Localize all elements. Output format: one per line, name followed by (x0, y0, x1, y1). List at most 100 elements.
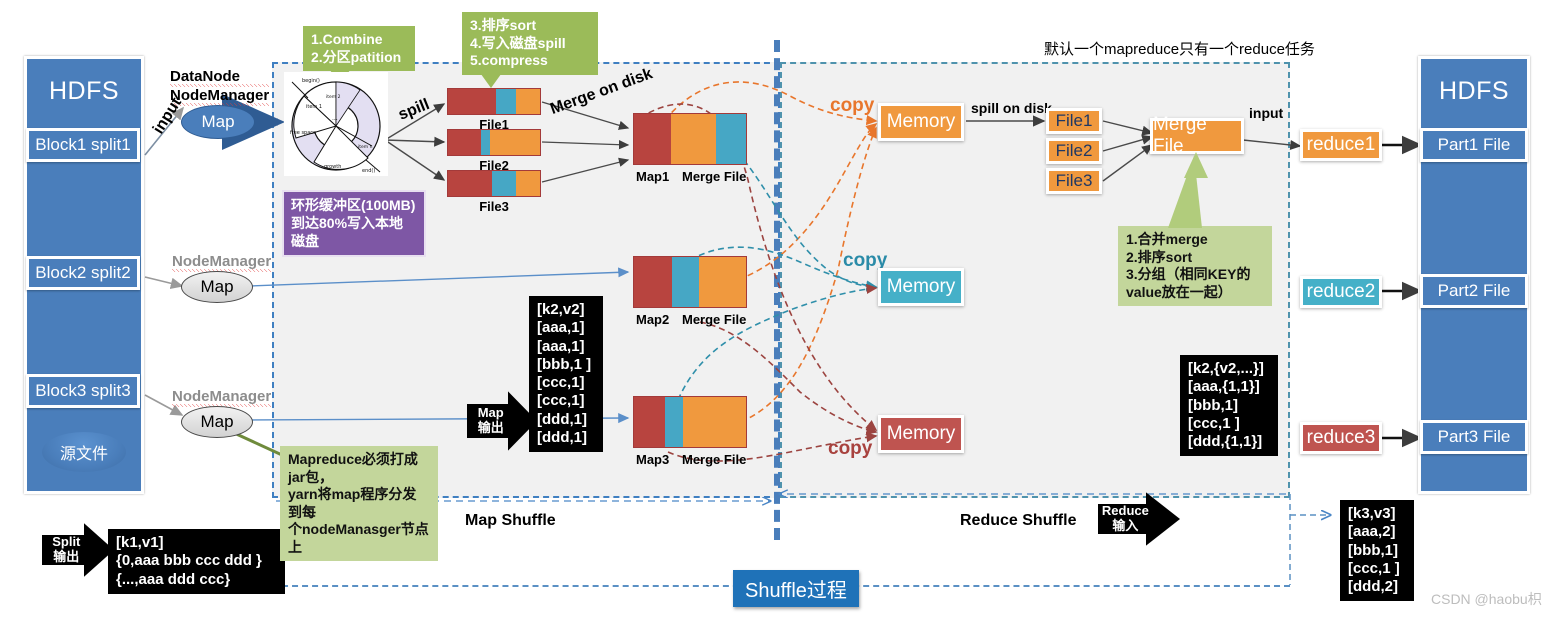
reduce-file-1[interactable]: File1 (1046, 108, 1102, 134)
split-arrow-line-2: 输出 (53, 549, 80, 564)
spill-3-seg-red (448, 171, 493, 196)
split-row-3: {...,aaa ddd ccc} (116, 570, 231, 588)
map-shuffle-label: Map Shuffle (465, 512, 556, 529)
svg-text:end(): end() (362, 168, 375, 174)
reduce-in-row-1: [k2,{v2,...}] (1188, 360, 1264, 377)
merge-2-seg-blue (672, 257, 699, 307)
input-reduce-label: input (1249, 105, 1284, 121)
map-row-6: [ccc,1] (537, 392, 585, 410)
spill-1-seg-blue (495, 89, 517, 114)
reduce-input-box: [k2,{v2,...}] [aaa,{1,1}] [bbb,1] [ccc,1… (1180, 355, 1278, 457)
merge-bar-1 (633, 113, 747, 165)
callout-combine: 1.Combine 2.分区patition (303, 26, 415, 71)
hdfs-part-2[interactable]: Part2 File (1420, 274, 1528, 308)
callout-combine-line-2: 2.分区patition (311, 48, 402, 65)
spill-file-bar-1 (447, 88, 541, 115)
reduce-in-row-2: [aaa,{1,1}] (1188, 378, 1260, 396)
hdfs-block-1[interactable]: Block1 split1 (26, 128, 140, 162)
jar-note-line-3: 个nodeManasger节点上 (288, 521, 429, 555)
callout-sort-tail (478, 70, 504, 88)
svg-text:free space: free space (290, 130, 316, 136)
svg-text:growth: growth (324, 164, 341, 170)
map-row-5: [ccc,1] (537, 374, 585, 392)
merge-1-seg-blue (715, 114, 746, 164)
svg-text:item n: item n (358, 144, 373, 150)
memory-box-2[interactable]: Memory (878, 268, 964, 306)
hdfs-block-3[interactable]: Block3 split3 (26, 374, 140, 408)
datanode-label: DataNode (170, 68, 270, 87)
reduce-out-row-4: [ccc,1 ] (1348, 559, 1400, 577)
merge-note-callout: 1.合并merge 2.排序sort 3.分组（相同KEY的 value放在一起… (1118, 226, 1272, 306)
merge-note-line-4: value放在一起） (1126, 283, 1232, 300)
split-row-2: {0,aaa bbb ccc ddd } (116, 552, 262, 570)
reduce-in-row-3: [bbb,1] (1188, 396, 1238, 414)
reduce-out-row-1: [k3,v3] (1348, 505, 1396, 522)
spill-1-seg-orange (516, 89, 540, 114)
nodemanager-label-2: NodeManager (172, 253, 272, 272)
merge-file-box[interactable]: Merge File (1150, 114, 1244, 157)
merge-note-line-3: 3.分组（相同KEY的 (1126, 266, 1251, 282)
merge-1-seg-orange (670, 114, 716, 164)
spill-3-seg-orange (516, 171, 540, 196)
split-arrow-text: Split 输出 (44, 534, 89, 565)
reducer-1[interactable]: reduce1 (1300, 129, 1382, 161)
spill-on-disk-label: spill on disk (971, 100, 1052, 116)
merge-3-seg-blue (665, 397, 684, 447)
reduce-in-row-4: [ccc,1 ] (1188, 414, 1240, 432)
jar-note-line-1: Mapreduce必须打成jar包， (288, 451, 418, 485)
reduce-in-line-2: 输入 (1112, 518, 1139, 533)
callout-sort-line-1: 3.排序sort (470, 17, 537, 33)
merge-bar-3-merge-label: Merge File (682, 452, 747, 467)
split-row-1: [k1,v1] (116, 534, 164, 551)
map-output-arrow: Map 输出 (467, 391, 537, 451)
reducer-2[interactable]: reduce2 (1300, 276, 1382, 308)
input-label: input (150, 94, 186, 138)
map-row-1: [k2,v2] (537, 301, 585, 318)
split-output-arrow: Split 输出 (42, 523, 114, 577)
memory-box-3[interactable]: Memory (878, 415, 964, 453)
buffer-note-line-1: 环形缓冲区(100MB) (291, 197, 416, 213)
split-output-box: [k1,v1] {0,aaa bbb ccc ddd } {...,aaa dd… (108, 529, 285, 594)
callout-sort-line-2: 4.写入磁盘spill (470, 34, 566, 51)
right-hdfs-title: HDFS (1438, 77, 1510, 105)
reduce-file-2[interactable]: File2 (1046, 138, 1102, 164)
reduce-file-3[interactable]: File3 (1046, 168, 1102, 194)
map-row-4: [bbb,1 ] (537, 355, 592, 373)
spill-file-bar-2 (447, 129, 541, 156)
reduce-shuffle-label: Reduce Shuffle (960, 512, 1077, 529)
merge-2-seg-orange (698, 257, 746, 307)
merge-note-line-1: 1.合并merge (1126, 231, 1208, 247)
spill-2-seg-orange (490, 130, 540, 155)
map-ellipse-1[interactable]: Map (181, 105, 255, 139)
map-row-8: [ddd,1] (537, 429, 587, 447)
reduce-in-arrow-text: Reduce 输入 (1100, 503, 1151, 534)
merge-bar-2-merge-label: Merge File (682, 312, 747, 327)
merge-3-seg-red (634, 397, 666, 447)
merge-bar-1-merge-label: Merge File (682, 169, 747, 184)
circular-buffer-image: begin() item 1 item 2 free space item n … (284, 72, 388, 176)
merge-note-stem (1168, 156, 1202, 228)
merge-2-seg-red (634, 257, 673, 307)
map-row-2: [aaa,1] (537, 319, 585, 337)
left-hdfs-title: HDFS (48, 77, 120, 105)
reduce-out-row-3: [bbb,1] (1348, 541, 1398, 559)
map-reduce-divider (774, 40, 780, 540)
reduce-output-box: [k3,v3] [aaa,2] [bbb,1] [ccc,1 ] [ddd,2] (1340, 500, 1414, 602)
map-ellipse-2[interactable]: Map (181, 271, 253, 303)
memory-box-1[interactable]: Memory (878, 103, 964, 141)
merge-note-line-2: 2.排序sort (1126, 248, 1193, 265)
merge-1-seg-red (634, 114, 671, 164)
reducer-3[interactable]: reduce3 (1300, 422, 1382, 454)
top-note: 默认一个mapreduce只有一个reduce任务 (1044, 41, 1315, 58)
hdfs-part-1[interactable]: Part1 File (1420, 128, 1528, 162)
hdfs-part-3[interactable]: Part3 File (1420, 420, 1528, 454)
merge-bar-1-map-label: Map1 (636, 169, 670, 184)
jar-note-line-2: yarn将map程序分发到每 (288, 486, 417, 520)
reduce-out-row-5: [ddd,2] (1348, 578, 1398, 596)
copy-label-1: copy (830, 95, 875, 116)
diagram-canvas: Shuffle过程 Map Shuffle Reduce Shuffle HDF… (0, 0, 1551, 618)
map-ellipse-3[interactable]: Map (181, 406, 253, 438)
svg-text:...: ... (332, 115, 338, 122)
hdfs-block-2[interactable]: Block2 split2 (26, 256, 140, 290)
reduce-input-arrow: Reduce 输入 (1098, 492, 1180, 546)
